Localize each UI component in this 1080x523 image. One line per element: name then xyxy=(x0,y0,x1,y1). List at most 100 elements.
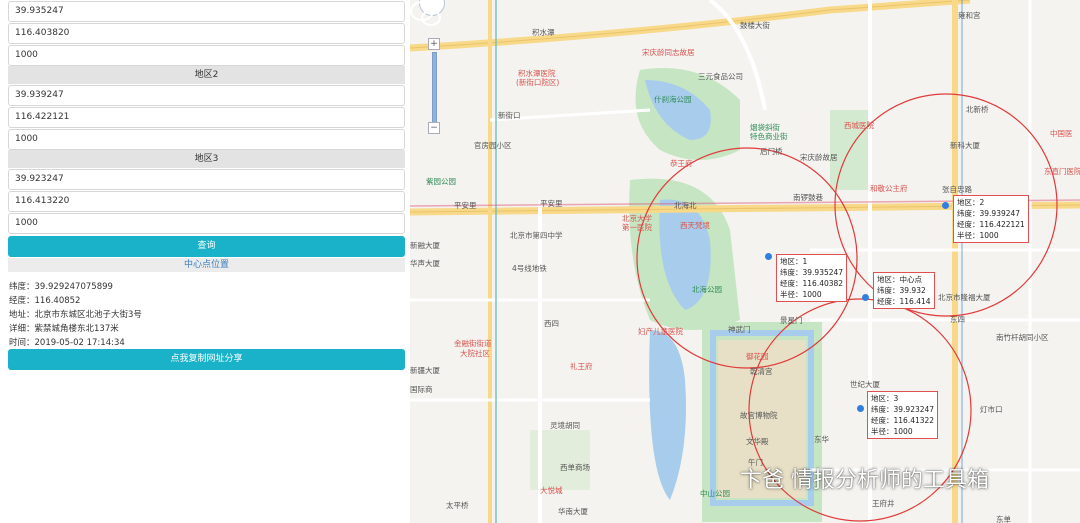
map-base-layer xyxy=(410,0,1080,523)
zoom-in-button[interactable]: + xyxy=(428,38,440,50)
form-panel: 39.935247 116.403820 1000 地区2 39.939247 … xyxy=(0,0,410,523)
poi-label[interactable]: 华声大厦 xyxy=(410,258,440,269)
poi-label[interactable]: 西四 xyxy=(544,318,559,329)
poi-label[interactable]: 鼓楼大街 xyxy=(740,20,770,31)
poi-label[interactable]: 北海公园 xyxy=(692,284,722,295)
poi-label[interactable]: (新街口院区) xyxy=(516,77,559,88)
poi-label[interactable]: 北海北 xyxy=(674,200,697,211)
infobox-line: 地区：中心点 xyxy=(877,275,922,284)
poi-label[interactable]: 北新桥 xyxy=(966,104,989,115)
region2-lng-input[interactable]: 116.422121 xyxy=(8,107,405,128)
poi-label[interactable]: 华南大厦 xyxy=(558,506,588,517)
poi-label[interactable]: 积水潭 xyxy=(532,27,555,38)
region3-lat-input[interactable]: 39.923247 xyxy=(8,169,405,190)
infobox-line: 经度：116.41322 xyxy=(871,416,935,425)
poi-label[interactable]: 官房园小区 xyxy=(474,140,512,151)
poi-label[interactable]: 三元食品公司 xyxy=(698,71,743,82)
poi-label[interactable]: 东四 xyxy=(950,314,965,325)
poi-label[interactable]: 神武门 xyxy=(728,324,751,335)
poi-label[interactable]: 新科大厦 xyxy=(950,140,980,151)
poi-label[interactable]: 宋庆龄同志故居 xyxy=(642,47,695,58)
poi-label[interactable]: 平安里 xyxy=(454,200,477,211)
poi-label[interactable]: 张自忠路 xyxy=(942,184,972,195)
infobox-line: 经度：116.40382 xyxy=(780,279,844,288)
region2-radius-input[interactable]: 1000 xyxy=(8,129,405,150)
poi-label[interactable]: 西单商场 xyxy=(560,462,590,473)
poi-label[interactable]: 文华殿 xyxy=(746,436,769,447)
poi-label[interactable]: 灯市口 xyxy=(980,404,1003,415)
region3-header: 地区3 xyxy=(8,150,405,168)
poi-label[interactable]: 礼王府 xyxy=(570,361,593,372)
share-link-button[interactable]: 点我复制网址分享 xyxy=(8,349,405,370)
center-time-text: 时间：2019-05-02 17:14:34 xyxy=(9,338,125,348)
poi-label[interactable]: 中国医 xyxy=(1050,128,1073,139)
poi-label[interactable]: 平安里 xyxy=(540,198,563,209)
poi-label[interactable]: 大院社区 xyxy=(460,348,490,359)
poi-label[interactable]: 中山公园 xyxy=(700,488,730,499)
poi-label[interactable]: 南锣鼓巷 xyxy=(793,192,823,203)
poi-label[interactable]: 御花园 xyxy=(746,351,769,362)
poi-label[interactable]: 西城医院 xyxy=(844,120,874,131)
watermark-text: 卞爸 情报分析师的工具箱 xyxy=(740,468,989,493)
poi-label[interactable]: 北京市第四中学 xyxy=(510,230,563,241)
poi-label[interactable]: 新融大厦 xyxy=(410,240,440,251)
center-position-title: 中心点位置 xyxy=(8,258,405,272)
poi-label[interactable]: 妇产儿童医院 xyxy=(638,326,683,337)
zoom-slider[interactable] xyxy=(432,52,437,124)
poi-label[interactable]: 雍和宫 xyxy=(958,10,981,21)
infobox-line: 地区：1 xyxy=(780,257,808,266)
poi-label[interactable]: 什刹海公园 xyxy=(654,94,692,105)
poi-label[interactable]: 恭王府 xyxy=(670,158,693,169)
poi-label[interactable]: 第一医院 xyxy=(622,222,652,233)
infobox-line: 地区：2 xyxy=(957,198,985,207)
poi-label[interactable]: 北京市隆福大厦 xyxy=(938,292,991,303)
region2-header: 地区2 xyxy=(8,66,405,84)
poi-label[interactable]: 东华 xyxy=(814,434,829,445)
wechat-icon xyxy=(410,1,441,26)
poi-label[interactable]: 故宫博物院 xyxy=(740,410,778,421)
infobox-line: 纬度：39.935247 xyxy=(780,268,844,277)
region1-lat-input[interactable]: 39.935247 xyxy=(8,1,405,22)
poi-label[interactable]: 新街口 xyxy=(498,110,521,121)
poi-label[interactable]: 大悦城 xyxy=(540,485,563,496)
infobox-center: 地区：中心点 纬度：39.932 经度：116.414 xyxy=(873,272,935,309)
poi-label[interactable]: 特色商业街 xyxy=(750,131,788,142)
region3-lng-input[interactable]: 116.413220 xyxy=(8,191,405,212)
poi-label[interactable]: 和敬公主府 xyxy=(870,183,908,194)
poi-label[interactable]: 国际商 xyxy=(410,384,433,395)
infobox-line: 纬度：39.923247 xyxy=(871,405,935,414)
poi-label[interactable]: 紫园公园 xyxy=(426,176,456,187)
poi-label[interactable]: 4号线地铁 xyxy=(512,263,547,274)
center-address-text: 地址：北京市东城区北池子大街3号 xyxy=(9,310,142,320)
query-button[interactable]: 查询 xyxy=(8,236,405,257)
marker-region2[interactable] xyxy=(942,202,949,209)
marker-region3[interactable] xyxy=(857,405,864,412)
poi-label[interactable]: 东单 xyxy=(996,514,1011,523)
infobox-region3: 地区：3 纬度：39.923247 经度：116.41322 半径：1000 xyxy=(867,391,939,439)
poi-label[interactable]: 灵境胡同 xyxy=(550,420,580,431)
poi-label[interactable]: 宋庆龄故居 xyxy=(800,152,838,163)
poi-label[interactable]: 王府井 xyxy=(872,498,895,509)
region2-lat-input[interactable]: 39.939247 xyxy=(8,85,405,106)
poi-label[interactable]: 后门桥 xyxy=(760,146,783,157)
zoom-out-button[interactable]: − xyxy=(428,122,440,134)
marker-center[interactable] xyxy=(862,294,869,301)
poi-label[interactable]: 西天梵境 xyxy=(680,220,710,231)
region1-radius-input[interactable]: 1000 xyxy=(8,45,405,66)
poi-label[interactable]: 南竹杆胡同小区 xyxy=(996,332,1049,343)
region3-radius-input[interactable]: 1000 xyxy=(8,213,405,234)
infobox-line: 半径：1000 xyxy=(957,231,999,240)
infobox-line: 经度：116.422121 xyxy=(957,220,1025,229)
infobox-line: 地区：3 xyxy=(871,394,899,403)
poi-label[interactable]: 新疆大厦 xyxy=(410,365,440,376)
center-lat-text: 纬度：39.929247075899 xyxy=(9,282,113,292)
poi-label[interactable]: 太平桥 xyxy=(446,500,469,511)
poi-label[interactable]: 景星门 xyxy=(780,315,803,326)
marker-region1[interactable] xyxy=(765,253,772,260)
poi-label[interactable]: 乾清宫 xyxy=(750,366,773,377)
poi-label[interactable]: 东直门医院 xyxy=(1044,166,1080,177)
map-view[interactable]: + − 积水潭 鼓楼大街 雍和宫 宋庆龄同志故居 积水潭医院 (新街口院区) 三元食品公司什… xyxy=(410,0,1080,523)
poi-label[interactable]: 世纪大厦 xyxy=(850,379,880,390)
infobox-region1: 地区：1 纬度：39.935247 经度：116.40382 半径：1000 xyxy=(776,254,848,302)
region1-lng-input[interactable]: 116.403820 xyxy=(8,23,405,44)
